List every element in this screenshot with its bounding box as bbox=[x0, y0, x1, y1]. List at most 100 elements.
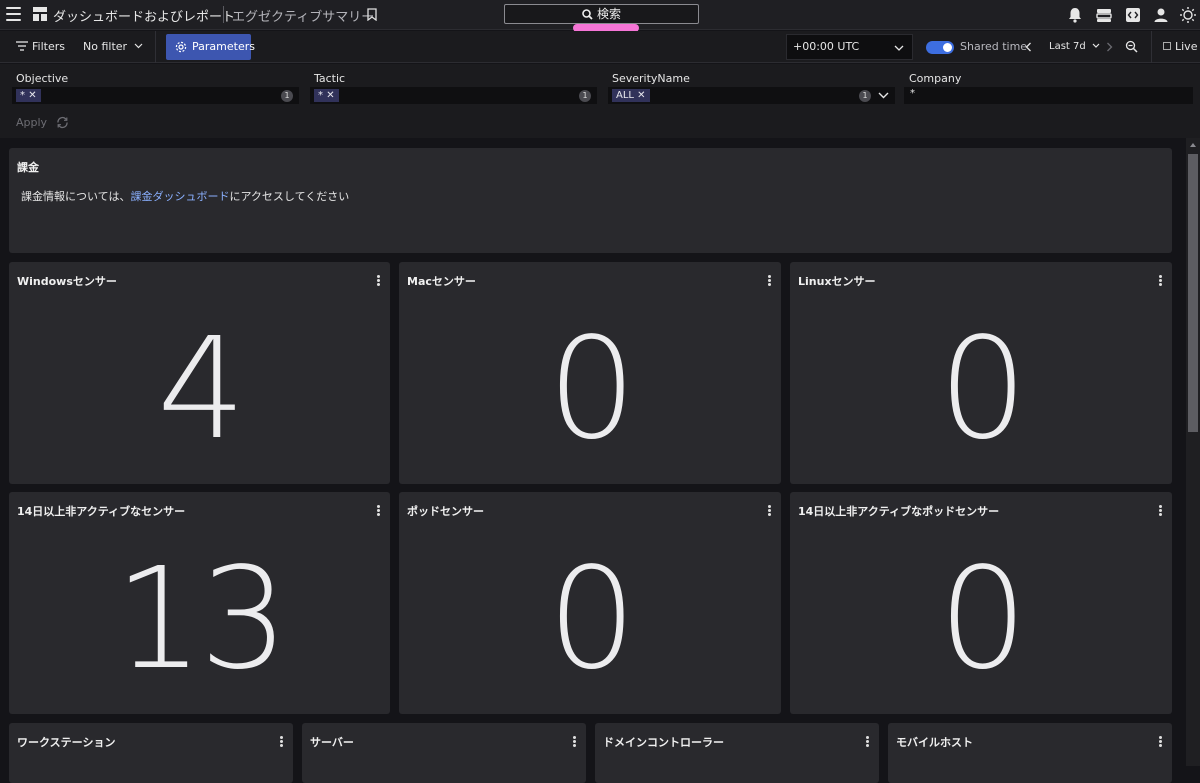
card-title: ドメインコントローラー bbox=[603, 736, 724, 749]
widget-pod-sensors: ポッドセンサー 0 bbox=[399, 492, 781, 714]
metric-value: 0 bbox=[938, 538, 1027, 701]
toolbar: Filters No filter Parameters +00:00 UTC … bbox=[0, 31, 1200, 63]
metric-value: 13 bbox=[114, 538, 288, 701]
parameters-panel: Objective * ✕ 1 Tactic * ✕ 1 SeverityNam… bbox=[0, 64, 1200, 138]
param-chip: ALL ✕ bbox=[612, 89, 650, 102]
billing-card: 課金 課金情報については、課金ダッシュボードにアクセスしてください bbox=[9, 148, 1172, 253]
card-title: Windowsセンサー bbox=[17, 275, 117, 288]
more-options-icon[interactable] bbox=[377, 505, 380, 516]
metric-value: 0 bbox=[938, 308, 1027, 471]
chevron-down-icon bbox=[1092, 43, 1100, 48]
theme-sun-icon[interactable] bbox=[1179, 6, 1197, 24]
time-range-value: Last 7d bbox=[1049, 41, 1086, 52]
layers-icon[interactable] bbox=[1095, 6, 1113, 24]
widget-inactive-pod-sensors: 14日以上非アクティブなポッドセンサー 0 bbox=[790, 492, 1172, 714]
chevron-down-icon[interactable] bbox=[878, 92, 889, 99]
dashboard-canvas: 課金 課金情報については、課金ダッシュボードにアクセスしてください Window… bbox=[0, 138, 1186, 783]
more-options-icon[interactable] bbox=[1159, 275, 1162, 286]
page-title: エグゼクティブサマリー bbox=[232, 10, 375, 25]
filter-icon bbox=[16, 41, 28, 51]
more-options-icon[interactable] bbox=[1159, 736, 1162, 747]
param-label-severity: SeverityName bbox=[612, 72, 690, 85]
param-count-badge: 1 bbox=[579, 90, 591, 102]
more-options-icon[interactable] bbox=[866, 736, 869, 747]
param-field-severity[interactable]: ALL ✕ 1 bbox=[608, 87, 895, 104]
chevron-left-icon[interactable] bbox=[1025, 42, 1032, 52]
scrollbar-thumb[interactable] bbox=[1188, 154, 1198, 432]
apply-button[interactable]: Apply bbox=[10, 114, 53, 131]
no-filter-dropdown[interactable]: No filter bbox=[83, 36, 143, 58]
shared-time-label: Shared time bbox=[960, 40, 1028, 53]
param-value: * bbox=[910, 88, 915, 99]
checkbox-icon bbox=[1163, 42, 1171, 50]
bookmark-icon[interactable] bbox=[367, 8, 377, 21]
widget-inactive-sensors: 14日以上非アクティブなセンサー 13 bbox=[9, 492, 390, 714]
more-options-icon[interactable] bbox=[280, 736, 283, 747]
widget-mobile-hosts: モバイルホスト bbox=[888, 723, 1172, 783]
search-button[interactable]: 検索 bbox=[504, 4, 699, 24]
scroll-up-arrow[interactable] bbox=[1190, 143, 1196, 147]
live-label: Live bbox=[1175, 40, 1198, 53]
breadcrumb-dashboards[interactable]: ダッシュボードおよびレポート bbox=[53, 6, 235, 25]
more-options-icon[interactable] bbox=[377, 275, 380, 286]
chip-text: * bbox=[318, 90, 323, 101]
chevron-down-icon bbox=[134, 43, 142, 49]
more-options-icon[interactable] bbox=[573, 736, 576, 747]
time-range-dropdown[interactable]: Last 7d bbox=[1049, 36, 1100, 58]
card-title: 14日以上非アクティブなセンサー bbox=[17, 505, 186, 518]
param-field-objective[interactable]: * ✕ 1 bbox=[12, 87, 299, 104]
shared-time-toggle[interactable] bbox=[926, 41, 954, 54]
parameters-label: Parameters bbox=[192, 40, 255, 53]
filters-button[interactable]: Filters bbox=[16, 36, 65, 58]
card-title: ワークステーション bbox=[17, 736, 116, 749]
vertical-scrollbar[interactable] bbox=[1186, 138, 1200, 766]
param-field-tactic[interactable]: * ✕ 1 bbox=[310, 87, 597, 104]
metric-value: 0 bbox=[547, 308, 636, 471]
widget-mac-sensors: Macセンサー 0 bbox=[399, 262, 781, 484]
toolbar-divider bbox=[155, 31, 156, 63]
breadcrumb-divider bbox=[223, 6, 224, 23]
card-title: 課金 bbox=[17, 161, 39, 174]
user-icon[interactable] bbox=[1152, 6, 1170, 24]
zoom-out-icon[interactable] bbox=[1125, 40, 1138, 53]
code-icon[interactable] bbox=[1124, 6, 1142, 24]
more-options-icon[interactable] bbox=[1159, 505, 1162, 516]
close-icon[interactable]: ✕ bbox=[637, 90, 645, 101]
widget-domain-controllers: ドメインコントローラー bbox=[595, 723, 879, 783]
param-chip: * ✕ bbox=[16, 89, 41, 102]
card-title: 14日以上非アクティブなポッドセンサー bbox=[798, 505, 1000, 518]
menu-icon[interactable] bbox=[6, 7, 21, 21]
dashboard-icon bbox=[33, 7, 47, 21]
widget-windows-sensors: Windowsセンサー 4 bbox=[9, 262, 390, 484]
param-field-company[interactable]: * bbox=[904, 87, 1193, 104]
top-bar: ダッシュボードおよびレポート エグゼクティブサマリー 検索 bbox=[0, 0, 1200, 32]
search-label: 検索 bbox=[596, 7, 621, 21]
parameters-button[interactable]: Parameters bbox=[166, 34, 255, 60]
billing-dashboard-link[interactable]: 課金ダッシュボード bbox=[130, 190, 229, 203]
billing-text-before: 課金情報については、 bbox=[21, 190, 131, 203]
refresh-icon[interactable] bbox=[56, 116, 69, 129]
close-icon[interactable]: ✕ bbox=[28, 90, 36, 101]
more-options-icon[interactable] bbox=[768, 505, 771, 516]
billing-text-after: にアクセスしてください bbox=[229, 190, 350, 203]
chevron-right-icon[interactable] bbox=[1106, 42, 1113, 52]
more-options-icon[interactable] bbox=[768, 275, 771, 286]
bell-icon[interactable] bbox=[1066, 6, 1084, 24]
billing-text: 課金情報については、課金ダッシュボードにアクセスしてください bbox=[21, 188, 349, 204]
gear-icon bbox=[175, 41, 187, 53]
timezone-value: +00:00 UTC bbox=[793, 40, 860, 53]
timezone-select[interactable]: +00:00 UTC bbox=[786, 34, 913, 60]
metric-value: 0 bbox=[547, 538, 636, 701]
card-title: ポッドセンサー bbox=[407, 505, 484, 518]
param-label-tactic: Tactic bbox=[314, 72, 346, 85]
card-title: Macセンサー bbox=[407, 275, 476, 288]
close-icon[interactable]: ✕ bbox=[326, 90, 334, 101]
param-count-badge: 1 bbox=[859, 90, 871, 102]
card-title: Linuxセンサー bbox=[798, 275, 876, 288]
widget-workstations: ワークステーション bbox=[9, 723, 293, 783]
widget-servers: サーバー bbox=[302, 723, 586, 783]
chip-text: ALL bbox=[616, 90, 634, 101]
live-checkbox[interactable]: Live bbox=[1163, 36, 1197, 58]
widget-linux-sensors: Linuxセンサー 0 bbox=[790, 262, 1172, 484]
chevron-down-icon bbox=[894, 45, 904, 51]
